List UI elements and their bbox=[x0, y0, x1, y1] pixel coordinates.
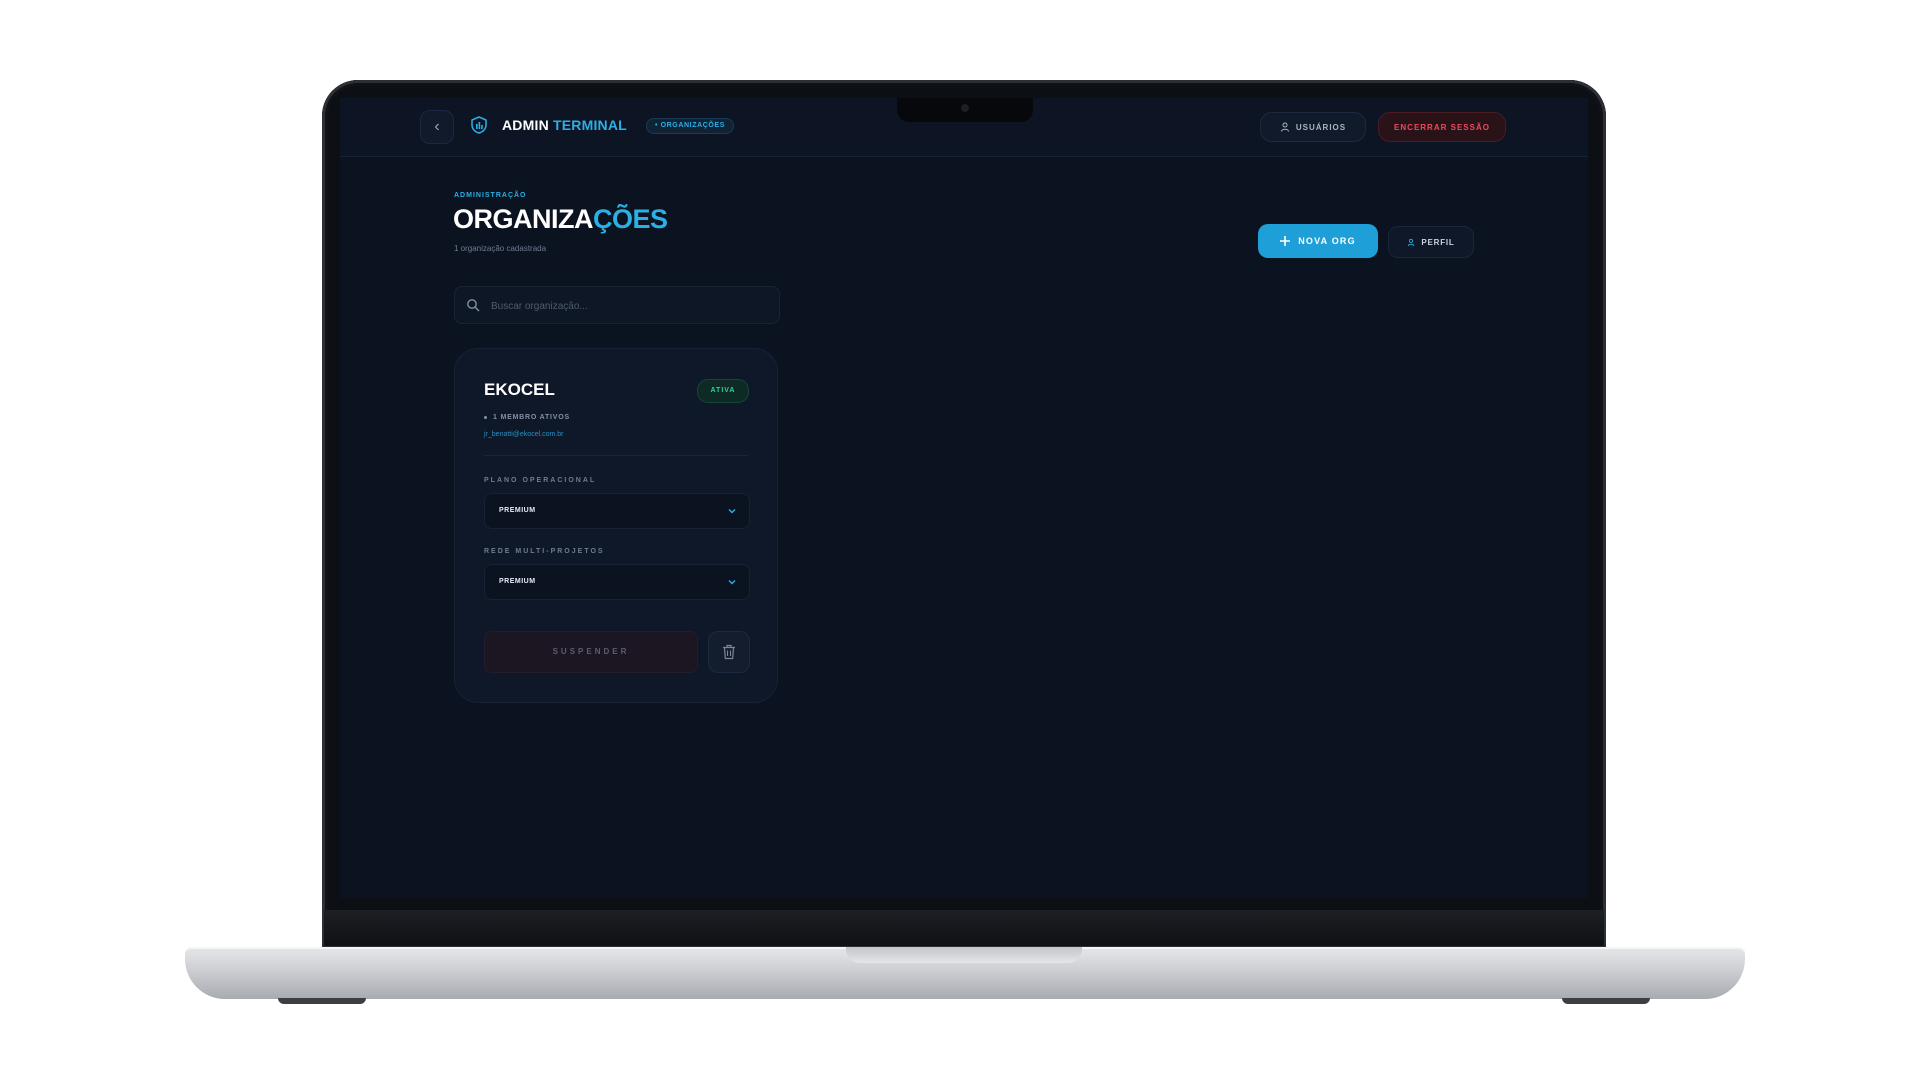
network-select[interactable]: PREMIUM bbox=[484, 564, 750, 600]
new-org-button[interactable]: NOVA ORG bbox=[1258, 224, 1378, 258]
organization-card: EKOCEL ATIVA 1 MEMBRO ATIVOS jr_benatti@… bbox=[454, 348, 778, 703]
page-title-accent: ÇÕES bbox=[593, 204, 668, 234]
chevron-down-icon bbox=[728, 580, 736, 585]
laptop-foot bbox=[278, 998, 366, 1004]
plan-select-value: PREMIUM bbox=[499, 507, 536, 514]
search-icon bbox=[467, 299, 480, 312]
delete-button[interactable] bbox=[708, 631, 750, 673]
search-field[interactable] bbox=[454, 286, 780, 325]
member-count: 1 MEMBRO ATIVOS bbox=[484, 414, 570, 421]
bullet-icon bbox=[484, 415, 487, 419]
chevron-down-icon bbox=[728, 509, 736, 514]
users-button[interactable]: USUÁRIOS bbox=[1260, 112, 1366, 142]
profile-button-label: PERFIL bbox=[1421, 237, 1455, 247]
users-button-label: USUÁRIOS bbox=[1295, 122, 1347, 132]
status-badge: ATIVA bbox=[697, 379, 749, 403]
network-label: REDE MULTI-PROJETOS bbox=[484, 548, 605, 555]
trash-icon bbox=[723, 644, 735, 660]
member-count-text: 1 MEMBRO ATIVOS bbox=[493, 414, 570, 421]
camera-notch bbox=[897, 98, 1033, 122]
plan-select[interactable]: PREMIUM bbox=[484, 493, 750, 529]
organization-email[interactable]: jr_benatti@ekocel.com.br bbox=[484, 431, 563, 438]
page-title: ORGANIZAÇÕES bbox=[453, 204, 668, 235]
brand-accent: TERMINAL bbox=[552, 117, 627, 133]
plan-label: PLANO OPERACIONAL bbox=[484, 477, 597, 484]
new-org-button-label: NOVA ORG bbox=[1298, 236, 1356, 246]
search-input[interactable] bbox=[489, 287, 773, 325]
logout-button-label: ENCERRAR SESSÃO bbox=[1394, 122, 1490, 132]
chevron-left-icon: ‹ bbox=[434, 118, 440, 135]
shield-chart-icon bbox=[471, 116, 487, 134]
network-select-value: PREMIUM bbox=[499, 578, 536, 585]
page-title-primary: ORGANIZA bbox=[453, 204, 594, 234]
organization-count: 1 organização cadastrada bbox=[454, 244, 547, 253]
camera-icon bbox=[961, 104, 969, 112]
suspend-button[interactable]: SUSPENDER bbox=[484, 631, 698, 673]
card-divider bbox=[484, 455, 748, 456]
plus-icon bbox=[1280, 236, 1291, 246]
section-kicker: ADMINISTRAÇÃO bbox=[454, 192, 527, 199]
profile-button[interactable]: PERFIL bbox=[1388, 226, 1474, 258]
user-icon bbox=[1408, 238, 1415, 246]
laptop-bezel bbox=[324, 910, 1604, 946]
organization-name: EKOCEL bbox=[484, 380, 555, 399]
user-icon bbox=[1280, 122, 1289, 132]
app-screen: ‹ ADMIN TERMINAL • ORGANIZAÇÕES USUÁRIOS… bbox=[340, 98, 1588, 898]
logout-button[interactable]: ENCERRAR SESSÃO bbox=[1378, 112, 1506, 142]
app-brand: ADMIN TERMINAL bbox=[502, 117, 627, 133]
back-button[interactable]: ‹ bbox=[420, 110, 454, 144]
laptop-base-notch bbox=[846, 947, 1082, 963]
brand-primary: ADMIN bbox=[502, 117, 549, 133]
laptop-foot bbox=[1562, 998, 1650, 1004]
breadcrumb[interactable]: • ORGANIZAÇÕES bbox=[646, 118, 734, 134]
